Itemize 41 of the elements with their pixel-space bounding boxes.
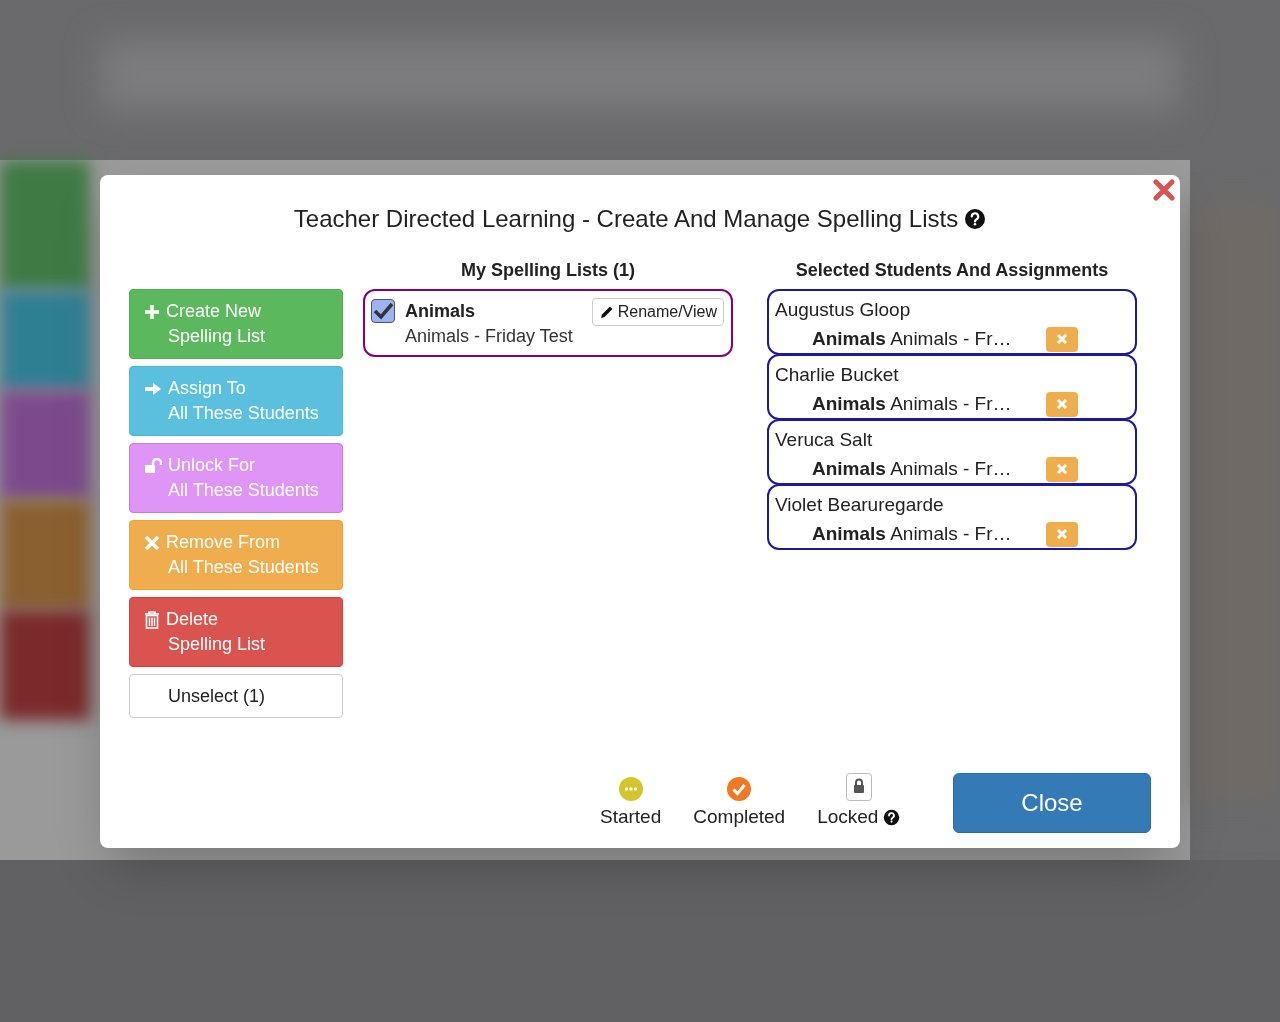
student-name: Charlie Bucket — [775, 364, 899, 386]
help-icon[interactable] — [964, 208, 987, 230]
assignment-text: Animals Animals - Fr… — [812, 457, 1013, 481]
started-icon — [618, 777, 643, 801]
assign-button[interactable]: Assign To All These Students — [129, 366, 343, 436]
close-button[interactable]: Close — [953, 773, 1151, 833]
lock-icon — [845, 773, 872, 801]
cross-icon — [144, 534, 160, 551]
plus-icon — [144, 303, 160, 320]
legend-label: Locked — [817, 805, 879, 829]
spelling-list-card[interactable]: Animals Animals - Friday Test Rename/View — [363, 289, 733, 357]
student-name: Augustus Gloop — [775, 299, 911, 321]
checkbox[interactable] — [371, 299, 395, 323]
completed-icon — [727, 777, 752, 801]
cross-icon — [1056, 528, 1068, 541]
pencil-icon — [598, 304, 614, 320]
dialog-title: Teacher Directed Learning - Create And Manage Spelling Lists — [293, 204, 959, 234]
unselect-button[interactable]: Unselect (1) — [129, 674, 343, 718]
column-heading: Selected Students And Assignments — [794, 259, 1110, 282]
legend-label: Started — [600, 805, 662, 829]
create-list-button[interactable]: Create New Spelling List — [129, 289, 343, 359]
student-name: Violet Bearuregarde — [775, 494, 944, 516]
cross-icon — [1056, 463, 1068, 476]
delete-button[interactable]: Delete Spelling List — [129, 597, 343, 667]
trash-icon — [144, 610, 160, 629]
assignment-text: Animals Animals - Fr… — [812, 392, 1013, 416]
list-name: Animals — [405, 300, 476, 323]
unlock-button[interactable]: Unlock For All These Students — [129, 443, 343, 513]
legend-label: Completed — [693, 805, 786, 829]
help-icon[interactable] — [883, 808, 901, 826]
list-description: Animals - Friday Test — [405, 325, 573, 348]
unlock-icon — [144, 457, 162, 474]
rename-button[interactable]: Rename/View — [591, 298, 724, 326]
cross-icon — [1056, 333, 1068, 346]
assignment-text: Animals Animals - Fr… — [812, 522, 1013, 546]
cross-icon — [1056, 398, 1068, 411]
column-heading: My Spelling Lists (1) — [460, 259, 636, 282]
arrow-right-icon — [144, 380, 162, 397]
assignment-text: Animals Animals - Fr… — [812, 327, 1013, 351]
close-icon[interactable] — [1153, 179, 1175, 201]
student-name: Veruca Salt — [775, 429, 873, 451]
